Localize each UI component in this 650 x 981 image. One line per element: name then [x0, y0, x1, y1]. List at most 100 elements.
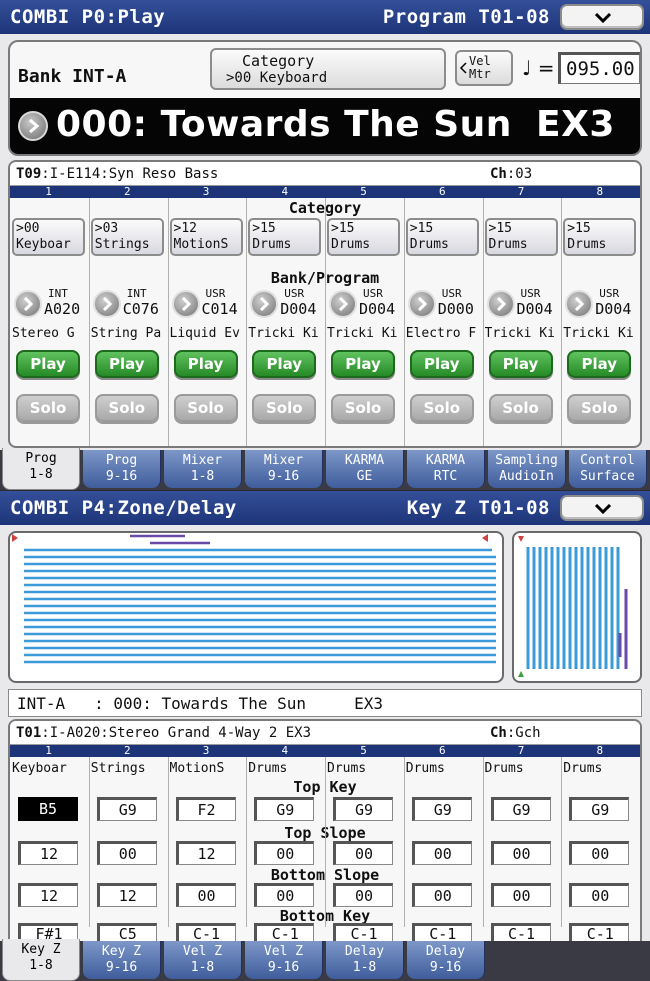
tab-prog-9-16[interactable]: Prog 9-16 [83, 450, 161, 488]
program-select[interactable]: INT A020 [12, 286, 85, 322]
bottom-slope-field[interactable]: 00 [333, 883, 393, 907]
solo-button[interactable]: Solo [16, 394, 80, 422]
category-number: >15 [567, 221, 591, 236]
top-slope-field[interactable]: 00 [490, 841, 551, 865]
bottom-key-field[interactable]: C-1 [254, 923, 315, 943]
top-slope-field[interactable]: 00 [254, 841, 315, 865]
program-select[interactable]: USR C014 [170, 286, 243, 322]
solo-button[interactable]: Solo [331, 394, 395, 422]
tab-label-line2: 9-16 [429, 960, 462, 975]
category-button[interactable]: >15 Drums [327, 218, 400, 256]
top-slope-field[interactable]: 00 [333, 841, 393, 865]
bottom-key-field[interactable]: C-1 [333, 923, 393, 943]
program-select[interactable]: USR D000 [406, 286, 479, 322]
tab-vel-z-9-16[interactable]: Vel Z 9-16 [245, 941, 323, 979]
tab-delay-9-16[interactable]: Delay 9-16 [407, 941, 485, 979]
category-button[interactable]: >15 Drums [563, 218, 637, 256]
bottom-key-field[interactable]: C-1 [411, 923, 472, 943]
top-slope-field[interactable]: 00 [411, 841, 472, 865]
solo-button[interactable]: Solo [94, 394, 159, 422]
tab-vel-z-1-8[interactable]: Vel Z 1-8 [164, 941, 242, 979]
program-select[interactable]: USR D004 [485, 286, 558, 322]
top-key-field[interactable]: B5 [18, 797, 78, 821]
solo-button[interactable]: Solo [488, 394, 553, 422]
tab-prog-1-8[interactable]: Prog 1-8 [2, 448, 80, 490]
top-slope-field[interactable]: 12 [175, 841, 236, 865]
top-key-field[interactable]: G9 [490, 797, 551, 821]
top-key-field[interactable]: F2 [175, 797, 236, 821]
program-select-button[interactable] [92, 290, 121, 318]
tempo-field[interactable]: 095.00 [558, 52, 640, 84]
bottom-slope-field[interactable]: 00 [569, 883, 630, 907]
solo-button[interactable]: Solo [252, 394, 317, 422]
tab-label-line2: 9-16 [105, 469, 138, 484]
bottom-slope-field[interactable]: 12 [96, 883, 157, 907]
tab-mixer-1-8[interactable]: Mixer 1-8 [164, 450, 242, 488]
top-key-field[interactable]: G9 [411, 797, 472, 821]
bottom-key-field[interactable]: C-1 [569, 923, 630, 943]
category-button[interactable]: >12 MotionS [169, 218, 243, 256]
program-select-button[interactable] [486, 290, 515, 318]
program-select-button[interactable] [565, 290, 594, 318]
timbre-number: 3 [202, 744, 210, 757]
program-select[interactable]: USR D004 [563, 286, 636, 322]
program-select[interactable]: INT C076 [91, 286, 164, 322]
top-key-field[interactable]: G9 [333, 797, 393, 821]
program-select[interactable]: USR D004 [248, 286, 321, 322]
category-button[interactable]: >15 Drums [248, 218, 322, 256]
bottom-slope-field[interactable]: 12 [18, 883, 78, 907]
column-divider [88, 198, 90, 446]
top-key-field[interactable]: G9 [96, 797, 157, 821]
tab-key-z-9-16[interactable]: Key Z 9-16 [83, 941, 161, 979]
solo-button[interactable]: Solo [409, 394, 474, 422]
bottom-key-field[interactable]: C-1 [175, 923, 236, 943]
top-slope-field[interactable]: 00 [96, 841, 157, 865]
program-select-button[interactable] [329, 290, 357, 318]
category-button[interactable]: >15 Drums [405, 218, 479, 256]
timbre-id: T01 [16, 725, 42, 741]
tab-mixer-9-16[interactable]: Mixer 9-16 [245, 450, 323, 488]
category-name: Drums [327, 761, 367, 776]
play-button[interactable]: Play [16, 350, 80, 378]
tab-label-line2: 1-8 [190, 469, 215, 484]
play-button[interactable]: Play [252, 350, 317, 378]
play-button[interactable]: Play [173, 350, 238, 378]
tab-key-z-1-8[interactable]: Key Z 1-8 [2, 939, 80, 981]
bottom-slope-field[interactable]: 00 [411, 883, 472, 907]
play-button[interactable]: Play [488, 350, 553, 378]
tab-karma-rtc[interactable]: KARMA RTC [407, 450, 485, 488]
program-select-button[interactable] [250, 290, 279, 318]
tab-karma-ge[interactable]: KARMA GE [326, 450, 404, 488]
play-button[interactable]: Play [409, 350, 474, 378]
bottom-key-field[interactable]: C5 [96, 923, 157, 943]
program-select[interactable]: USR D004 [327, 286, 400, 322]
play-button[interactable]: Play [331, 350, 395, 378]
solo-button[interactable]: Solo [173, 394, 238, 422]
play-button[interactable]: Play [94, 350, 159, 378]
bottom-slope-field[interactable]: 00 [490, 883, 551, 907]
program-select-button[interactable] [171, 290, 200, 318]
top-key-field[interactable]: G9 [569, 797, 630, 821]
vel-mtr-button[interactable]: Vel Mtr [455, 50, 513, 86]
category-button[interactable]: >03 Strings [90, 218, 164, 256]
tab-control-surface[interactable]: Control Surface [569, 450, 647, 488]
solo-button[interactable]: Solo [567, 394, 632, 422]
program-select-button[interactable] [407, 290, 436, 318]
combination-select-button[interactable] [18, 111, 48, 141]
category-button[interactable]: >15 Drums [484, 218, 558, 256]
page-menu-button[interactable] [560, 4, 644, 30]
play-button[interactable]: Play [567, 350, 632, 378]
page-menu-button[interactable] [560, 495, 644, 521]
program-select-button[interactable] [14, 290, 42, 318]
category-number: >03 [94, 221, 119, 236]
category-button[interactable]: >00 Keyboar [12, 218, 85, 256]
top-slope-field[interactable]: 00 [569, 841, 630, 865]
top-slope-field[interactable]: 12 [18, 841, 78, 865]
tab-sampling-audioin[interactable]: Sampling AudioIn [488, 450, 566, 488]
category-button[interactable]: Category >00 Keyboard [210, 48, 446, 90]
bottom-slope-field[interactable]: 00 [175, 883, 236, 907]
top-key-field[interactable]: G9 [254, 797, 315, 821]
bottom-key-field[interactable]: C-1 [490, 923, 551, 943]
tab-delay-1-8[interactable]: Delay 1-8 [326, 941, 404, 979]
bottom-slope-field[interactable]: 00 [254, 883, 315, 907]
